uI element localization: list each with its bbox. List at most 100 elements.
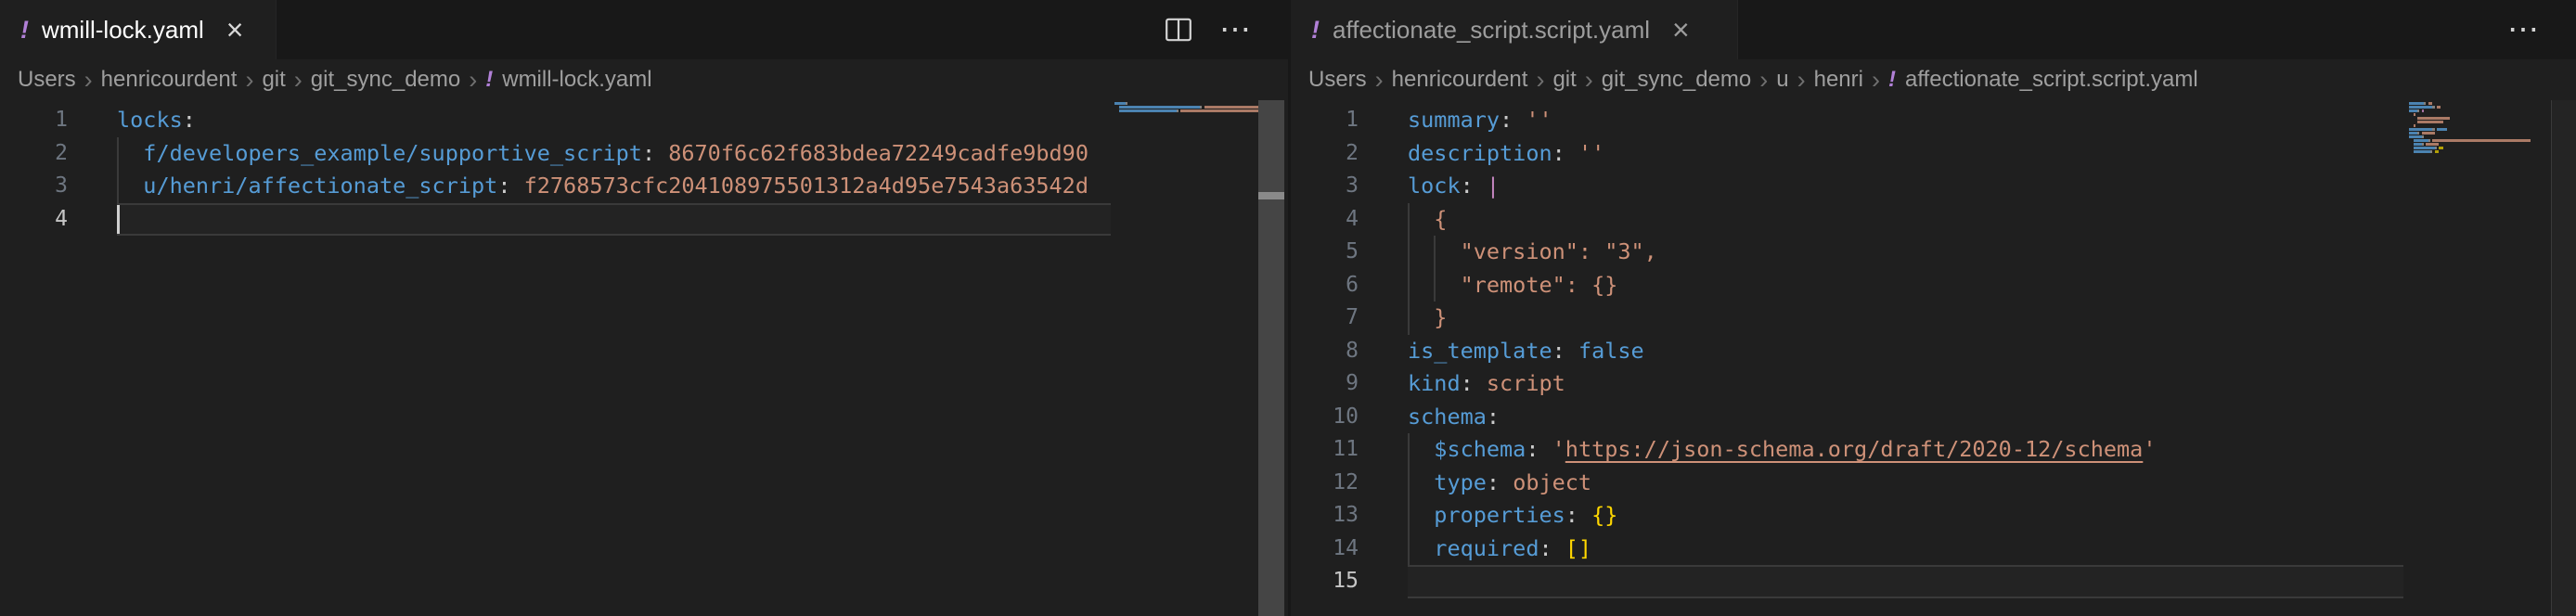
breadcrumb-item[interactable]: Users bbox=[1308, 67, 1367, 93]
more-actions-icon[interactable]: ⋯ bbox=[2507, 14, 2541, 45]
code-editor[interactable]: 1locks:2 f/developers_example/supportive… bbox=[0, 100, 1288, 616]
chevron-right-icon: › bbox=[1585, 68, 1593, 93]
code-text: description: '' bbox=[1408, 137, 1604, 171]
line-number: 15 bbox=[1291, 565, 1359, 598]
editor-actions-left: ⋯ bbox=[1164, 0, 1288, 59]
code-line[interactable]: 3 u/henri/affectionate_script: f2768573c… bbox=[0, 170, 1288, 203]
code-line[interactable]: 1locks: bbox=[0, 104, 1288, 137]
yaml-file-icon: ! bbox=[20, 18, 29, 43]
tab-bar-left: ! wmill-lock.yaml × ⋯ bbox=[0, 0, 1288, 60]
code-line[interactable]: 2 f/developers_example/supportive_script… bbox=[0, 137, 1288, 171]
code-token: script bbox=[1487, 370, 1565, 396]
line-number: 6 bbox=[1291, 269, 1359, 302]
code-text: properties: {} bbox=[1408, 499, 1617, 533]
line-number: 7 bbox=[1291, 302, 1359, 335]
code-line[interactable]: 1summary: '' bbox=[1291, 104, 2576, 137]
text-cursor bbox=[117, 205, 120, 234]
code-text: lock: | bbox=[1408, 170, 1500, 203]
code-text: } bbox=[1408, 302, 1447, 335]
code-token: : bbox=[1552, 140, 1578, 166]
breadcrumb-item[interactable]: Users bbox=[18, 67, 76, 93]
code-token: type bbox=[1434, 469, 1487, 495]
code-editor[interactable]: 1 summary: ' ' 2description: ''3lock: |4 {5… bbox=[1291, 100, 2576, 616]
line-number: 8 bbox=[1291, 335, 1359, 368]
breadcrumb-file[interactable]: affectionate_script.script.yaml bbox=[1905, 67, 2198, 93]
code-line[interactable]: 10schema: bbox=[1291, 401, 2576, 434]
line-number: 1 bbox=[1291, 104, 1359, 137]
code-token bbox=[1408, 436, 1434, 462]
chevron-right-icon: › bbox=[469, 68, 477, 93]
code-token: : bbox=[1487, 469, 1513, 495]
code-line[interactable]: 13 properties: {} bbox=[1291, 499, 2576, 533]
close-icon[interactable]: × bbox=[221, 15, 250, 45]
more-actions-icon[interactable]: ⋯ bbox=[1219, 14, 1253, 45]
code-token bbox=[1408, 469, 1434, 495]
code-token: : bbox=[642, 140, 668, 166]
yaml-file-icon: ! bbox=[1888, 67, 1896, 93]
code-token: } bbox=[1434, 304, 1447, 330]
breadcrumb-item[interactable]: git_sync_demo bbox=[311, 67, 460, 93]
code-line[interactable]: 9kind: script bbox=[1291, 367, 2576, 401]
code-line[interactable]: 5 "version": "3", bbox=[1291, 236, 2576, 269]
code-line[interactable]: 2description: '' bbox=[1291, 137, 2576, 171]
code-token: : bbox=[497, 173, 523, 199]
code-line[interactable]: 14 required: [] bbox=[1291, 533, 2576, 566]
code-line[interactable]: 4 { bbox=[1291, 203, 2576, 237]
line-number: 13 bbox=[1291, 499, 1359, 533]
code-token bbox=[1408, 502, 1434, 528]
code-line[interactable]: 6 "remote": {} bbox=[1291, 269, 2576, 302]
breadcrumb-item[interactable]: u bbox=[1776, 67, 1788, 93]
code-token: ' bbox=[2143, 436, 2156, 462]
tab-label: affectionate_script.script.yaml bbox=[1333, 16, 1650, 45]
tab-label: wmill-lock.yaml bbox=[42, 16, 204, 45]
code-token: : bbox=[183, 107, 196, 133]
code-token: is_template bbox=[1408, 338, 1552, 364]
line-number: 4 bbox=[0, 203, 68, 237]
breadcrumb-item[interactable]: git bbox=[1552, 67, 1576, 93]
line-number: 14 bbox=[1291, 533, 1359, 566]
editor-actions-right: ⋯ bbox=[2507, 0, 2576, 59]
code-token: properties bbox=[1434, 502, 1565, 528]
code-token: false bbox=[1578, 338, 1644, 364]
code-token: $schema bbox=[1434, 436, 1526, 462]
code-token: 8670f6c62f683bdea72249cadfe9bd90 bbox=[668, 140, 1088, 166]
yaml-file-icon: ! bbox=[1311, 18, 1320, 43]
code-token: : bbox=[1461, 173, 1487, 199]
breadcrumb-file[interactable]: wmill-lock.yaml bbox=[502, 67, 651, 93]
breadcrumb-item[interactable]: git_sync_demo bbox=[1602, 67, 1751, 93]
code-token: ' bbox=[1552, 436, 1565, 462]
code-text: locks: bbox=[117, 104, 196, 137]
code-token: summary bbox=[1408, 107, 1500, 133]
split-editor-icon[interactable] bbox=[1164, 15, 1193, 45]
code-token bbox=[1408, 238, 1461, 264]
code-line[interactable]: 4 bbox=[0, 203, 1288, 237]
breadcrumb-item[interactable]: henricourdent bbox=[1392, 67, 1528, 93]
breadcrumb-item[interactable]: git bbox=[262, 67, 285, 93]
tab-bar-right: ! affectionate_script.script.yaml × ⋯ bbox=[1291, 0, 2576, 60]
chevron-right-icon: › bbox=[1536, 68, 1544, 93]
tab-affectionate-script-yaml[interactable]: ! affectionate_script.script.yaml × bbox=[1291, 0, 1738, 59]
tab-wmill-lock-yaml[interactable]: ! wmill-lock.yaml × bbox=[0, 0, 277, 59]
breadcrumb-item[interactable]: henricourdent bbox=[101, 67, 238, 93]
code-line[interactable]: 8 is_template: false bbox=[1291, 335, 2576, 368]
code-line[interactable]: 15 bbox=[1291, 565, 2576, 598]
code-token: schema bbox=[1408, 404, 1487, 430]
breadcrumb-item[interactable]: henri bbox=[1814, 67, 1863, 93]
line-number: 2 bbox=[0, 137, 68, 171]
code-line[interactable]: 7 } bbox=[1291, 302, 2576, 335]
code-line[interactable]: 12 type: object bbox=[1291, 467, 2576, 500]
code-token bbox=[1408, 535, 1434, 561]
code-token: : bbox=[1526, 436, 1552, 462]
code-token: : bbox=[1552, 338, 1578, 364]
code-token bbox=[1408, 272, 1461, 298]
code-text: $schema: 'https://json-schema.org/draft/… bbox=[1408, 433, 2156, 467]
code-token bbox=[1408, 304, 1434, 330]
code-text: type: object bbox=[1408, 467, 1591, 500]
code-token bbox=[117, 140, 143, 166]
code-line[interactable]: 11 $schema: 'https://json-schema.org/dra… bbox=[1291, 433, 2576, 467]
close-icon[interactable]: × bbox=[1667, 15, 1695, 45]
yaml-file-icon: ! bbox=[485, 67, 493, 93]
code-line[interactable]: 3lock: | bbox=[1291, 170, 2576, 203]
schema-url-link[interactable]: https://json-schema.org/draft/2020-12/sc… bbox=[1565, 436, 2144, 462]
code-text: f/developers_example/supportive_script: … bbox=[117, 137, 1088, 171]
